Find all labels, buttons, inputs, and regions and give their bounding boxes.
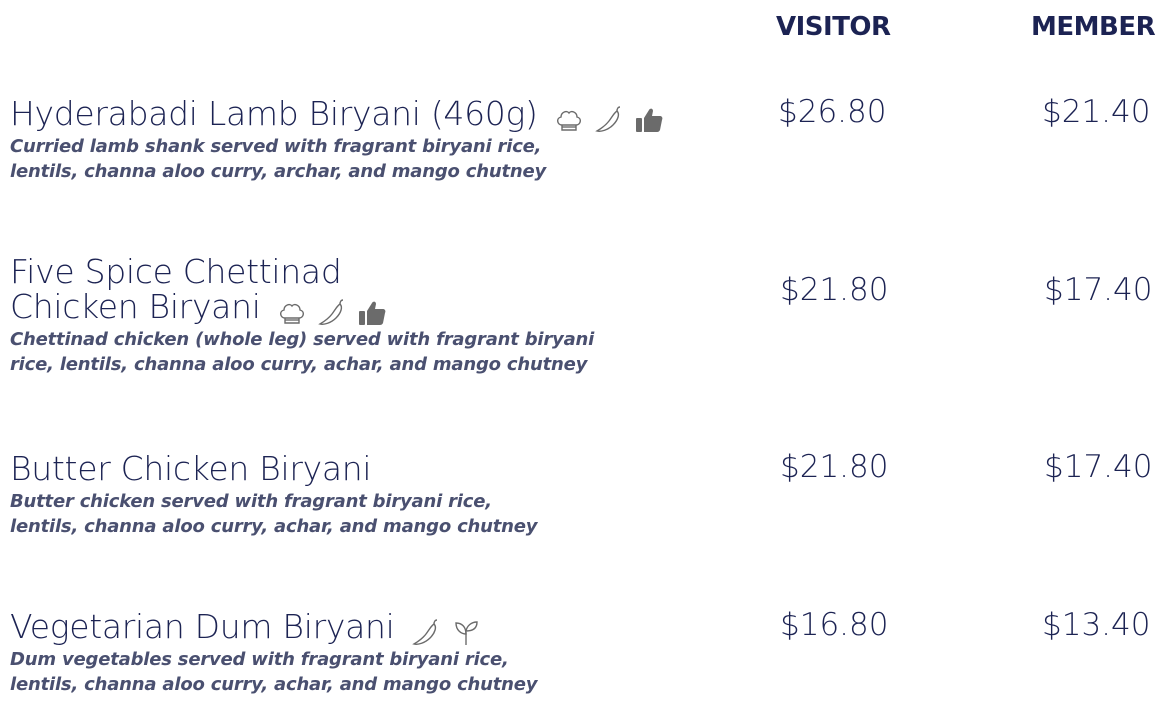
item-name-row: Hyderabadi Lamb Biryani (460g) (10, 94, 1160, 133)
item-icons (411, 614, 481, 645)
vegetarian-leaf-icon (451, 618, 481, 648)
description-line: lentils, channa aloo curry, achar, and m… (10, 674, 538, 695)
member-column-header: MEMBER (1031, 12, 1156, 42)
description-line: Chettinad chicken (whole leg) served wit… (10, 329, 595, 350)
item-icons (554, 101, 664, 132)
visitor-price: $21.80 (780, 272, 889, 308)
thumbs-up-icon (357, 298, 387, 328)
item-icons (277, 294, 387, 325)
visitor-price: $16.80 (780, 607, 889, 643)
item-name: Vegetarian Dum Biryani (10, 607, 395, 646)
item-name-row: Butter Chicken Biryani (10, 451, 1160, 486)
item-name: Butter Chicken Biryani (10, 449, 372, 488)
item-name: Five Spice Chettinad (10, 252, 342, 291)
item-name: Hyderabadi Lamb Biryani (460g) (10, 94, 538, 133)
item-name-row-2: Chicken Biryani (10, 287, 1160, 326)
chili-icon (317, 298, 347, 328)
chef-hat-icon (554, 105, 584, 135)
member-price: $17.40 (1044, 449, 1153, 485)
description-line: Butter chicken served with fragrant biry… (10, 491, 492, 512)
member-price: $13.40 (1042, 607, 1151, 643)
description-line: rice, lentils, channa aloo curry, achar,… (10, 354, 588, 375)
description-line: lentils, channa aloo curry, archar, and … (10, 161, 547, 182)
member-price: $21.40 (1042, 94, 1151, 130)
item-description: Chettinad chicken (whole leg) served wit… (10, 327, 1160, 377)
chef-hat-icon (277, 298, 307, 328)
visitor-price: $21.80 (780, 449, 889, 485)
item-name-continued: Chicken Biryani (10, 287, 261, 326)
menu-item: Five Spice Chettinad Chicken Biryani Che… (10, 254, 1160, 377)
chili-icon (411, 618, 441, 648)
visitor-price: $26.80 (778, 94, 887, 130)
description-line: Curried lamb shank served with fragrant … (10, 136, 542, 157)
thumbs-up-icon (634, 105, 664, 135)
member-price: $17.40 (1044, 272, 1153, 308)
menu-item: Butter Chicken Biryani Butter chicken se… (10, 451, 1160, 539)
item-description: Butter chicken served with fragrant biry… (10, 489, 1160, 539)
menu-item: Vegetarian Dum Biryani Dum vegetables se… (10, 609, 1160, 697)
visitor-column-header: VISITOR (776, 12, 891, 42)
item-description: Dum vegetables served with fragrant biry… (10, 647, 1160, 697)
item-description: Curried lamb shank served with fragrant … (10, 134, 1160, 184)
description-line: lentils, channa aloo curry, achar, and m… (10, 516, 538, 537)
item-name-row: Vegetarian Dum Biryani (10, 607, 1160, 646)
chili-icon (594, 105, 624, 135)
description-line: Dum vegetables served with fragrant biry… (10, 649, 509, 670)
item-name-row: Five Spice Chettinad Chicken Biryani (10, 252, 1160, 326)
menu-item: Hyderabadi Lamb Biryani (460g) Curried l… (10, 96, 1160, 184)
